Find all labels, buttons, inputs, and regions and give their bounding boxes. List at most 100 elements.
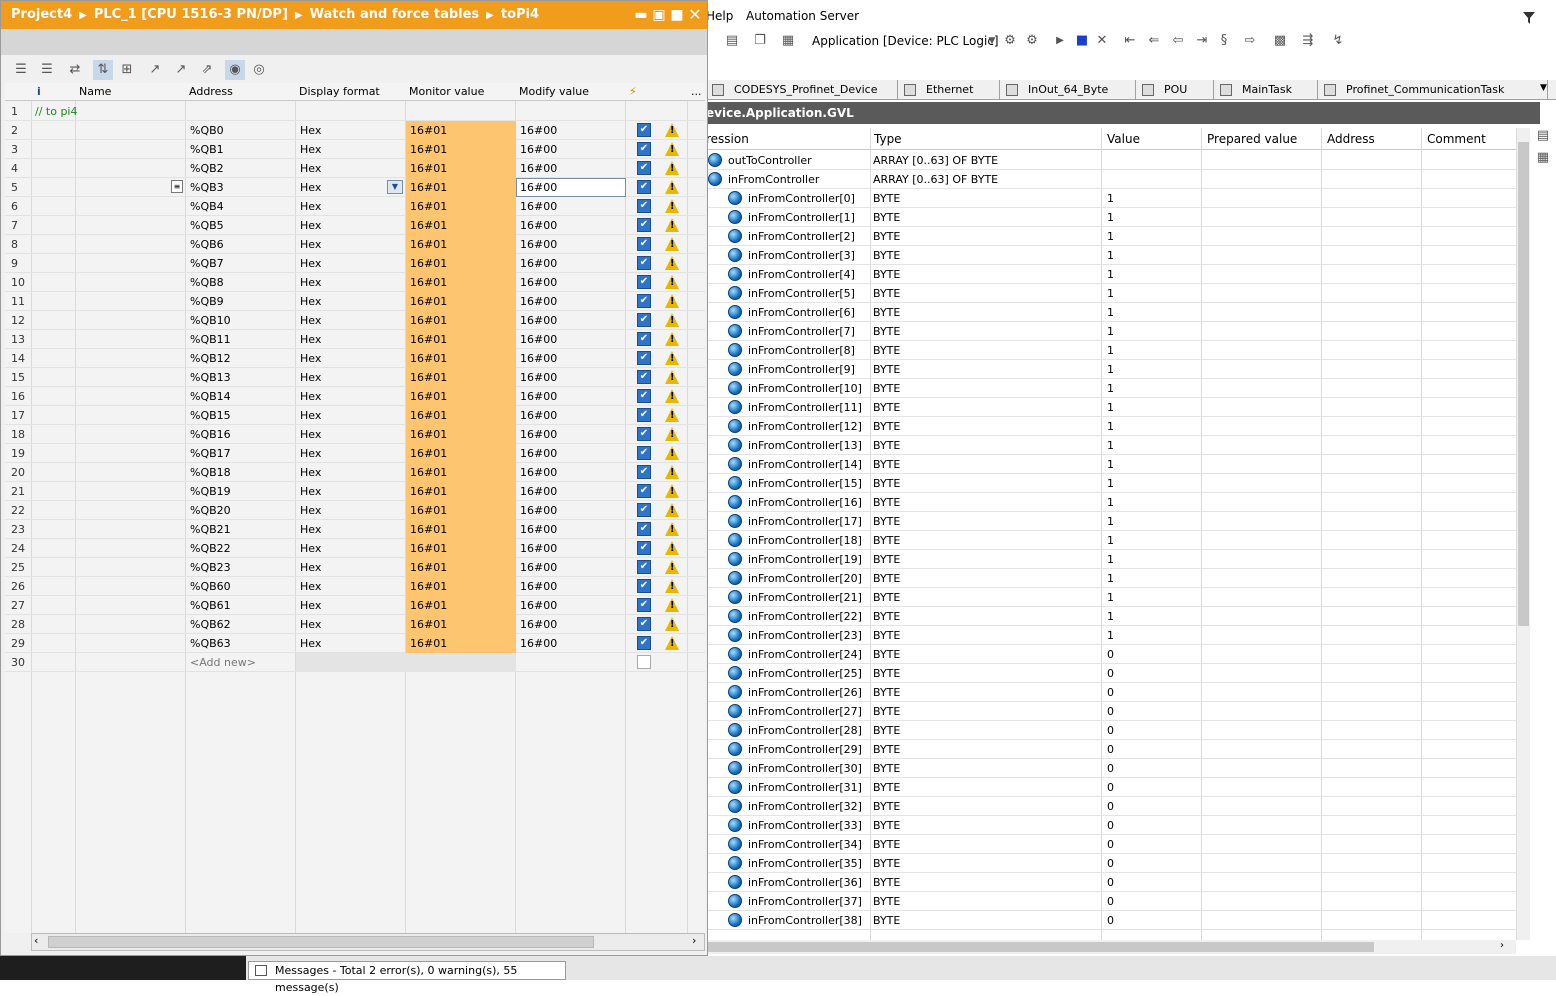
address-cell[interactable]: %QB8: [190, 276, 224, 289]
display-format-cell[interactable]: Hex: [300, 428, 321, 441]
gvl-row[interactable]: inFromController[13] BYTE 1: [706, 436, 1516, 455]
variable-value[interactable]: 0: [1107, 667, 1114, 680]
variable-value[interactable]: 0: [1107, 838, 1114, 851]
col-type[interactable]: Type: [874, 132, 902, 146]
toolbox-icon[interactable]: ▦: [1535, 150, 1551, 166]
display-format-cell[interactable]: Hex: [300, 447, 321, 460]
display-format-cell[interactable]: Hex: [300, 124, 321, 137]
modify-checkbox[interactable]: ✔: [637, 446, 651, 460]
variable-value[interactable]: 1: [1107, 591, 1114, 604]
col-monitor-value[interactable]: Monitor value: [409, 85, 484, 98]
table-row[interactable]: 2 %QB0 Hex 16#01 16#00 ✔!: [5, 121, 705, 140]
modify-checkbox[interactable]: ✔: [637, 256, 651, 270]
modify-value-cell[interactable]: 16#00: [520, 352, 557, 365]
display-format-cell[interactable]: Hex: [300, 200, 321, 213]
modify-checkbox[interactable]: ✔: [637, 199, 651, 213]
modify-value-cell[interactable]: 16#00: [520, 637, 557, 650]
modify-checkbox[interactable]: ✔: [637, 313, 651, 327]
modify-checkbox[interactable]: ✔: [637, 598, 651, 612]
step-over-icon[interactable]: ⇤: [1122, 33, 1138, 49]
display-format-cell[interactable]: Hex: [300, 637, 321, 650]
step-return-icon[interactable]: ⇥: [1194, 33, 1210, 49]
modify-value-cell[interactable]: 16#00: [520, 257, 557, 270]
gvl-row[interactable]: inFromController[35] BYTE 0: [706, 854, 1516, 873]
table-row[interactable]: 24 %QB22 Hex 16#01 16#00 ✔!: [5, 539, 705, 558]
modify-value-cell[interactable]: 16#00: [520, 428, 557, 441]
tab-pou[interactable]: POU: [1136, 80, 1214, 100]
modify-checkbox[interactable]: ✔: [637, 123, 651, 137]
modify-checkbox[interactable]: ✔: [637, 617, 651, 631]
gvl-row[interactable]: inFromController[2] BYTE 1: [706, 227, 1516, 246]
gvl-row[interactable]: inFromController[18] BYTE 1: [706, 531, 1516, 550]
table-row[interactable]: 13 %QB11 Hex 16#01 16#00 ✔!: [5, 330, 705, 349]
login-icon[interactable]: ⚙: [1002, 33, 1018, 49]
variable-value[interactable]: 1: [1107, 382, 1114, 395]
gvl-row[interactable]: inFromController[11] BYTE 1: [706, 398, 1516, 417]
variable-value[interactable]: 1: [1107, 306, 1114, 319]
modify-value-cell[interactable]: 16#00: [520, 143, 557, 156]
gvl-row[interactable]: inFromController[29] BYTE 0: [706, 740, 1516, 759]
gvl-row[interactable]: inFromController[17] BYTE 1: [706, 512, 1516, 531]
gvl-row[interactable]: inFromController[22] BYTE 1: [706, 607, 1516, 626]
variable-value[interactable]: 0: [1107, 686, 1114, 699]
modify-value-cell[interactable]: 16#00: [520, 371, 557, 384]
modify-checkbox[interactable]: ✔: [637, 237, 651, 251]
modify-trigger-icon[interactable]: ↗: [171, 60, 191, 80]
display-format-cell[interactable]: Hex: [300, 143, 321, 156]
variable-value[interactable]: 1: [1107, 401, 1114, 414]
gvl-row[interactable]: inFromController[4] BYTE 1: [706, 265, 1516, 284]
address-cell[interactable]: %QB15: [190, 409, 231, 422]
col-address[interactable]: Address: [1327, 132, 1375, 146]
variable-value[interactable]: 0: [1107, 895, 1114, 908]
modify-lightning-icon[interactable]: ⚡: [629, 85, 637, 98]
modify-checkbox[interactable]: ✔: [637, 294, 651, 308]
tab-ethernet[interactable]: Ethernet: [898, 80, 1000, 100]
modify-checkbox[interactable]: ✔: [637, 579, 651, 593]
modify-checkbox[interactable]: ✔: [637, 503, 651, 517]
gvl-row[interactable]: inFromController[38] BYTE 0: [706, 911, 1516, 930]
gvl-row[interactable]: inFromController ARRAY [0..63] OF BYTE: [706, 170, 1516, 189]
display-format-cell[interactable]: Hex: [300, 409, 321, 422]
breadcrumb-table[interactable]: toPi4: [501, 7, 539, 22]
gvl-row[interactable]: inFromController[27] BYTE 0: [706, 702, 1516, 721]
address-cell[interactable]: %QB0: [190, 124, 224, 137]
variable-value[interactable]: 0: [1107, 876, 1114, 889]
variable-value[interactable]: 0: [1107, 914, 1114, 927]
tab-maintask[interactable]: MainTask: [1214, 80, 1318, 100]
modify-checkbox[interactable]: ✔: [637, 636, 651, 650]
gvl-row[interactable]: inFromController[32] BYTE 0: [706, 797, 1516, 816]
add-new-placeholder[interactable]: <Add new>: [190, 656, 256, 669]
variable-value[interactable]: 1: [1107, 249, 1114, 262]
display-format-cell[interactable]: Hex: [300, 352, 321, 365]
modify-value-cell[interactable]: 16#00: [520, 580, 557, 593]
col-address[interactable]: Address: [189, 85, 233, 98]
modify-value-cell[interactable]: 16#00: [516, 178, 626, 197]
horizontal-scroll-thumb[interactable]: [48, 936, 594, 948]
display-format-cell[interactable]: Hex: [300, 466, 321, 479]
table-row[interactable]: 29 %QB63 Hex 16#01 16#00 ✔!: [5, 634, 705, 653]
modify-checkbox[interactable]: ✔: [637, 484, 651, 498]
address-cell[interactable]: %QB21: [190, 523, 231, 536]
display-format-cell[interactable]: Hex: [300, 257, 321, 270]
scroll-right-icon[interactable]: ›: [692, 934, 696, 947]
display-format-cell[interactable]: Hex: [300, 485, 321, 498]
display-format-cell[interactable]: Hex: [300, 371, 321, 384]
modify-now-icon[interactable]: ⇄: [65, 60, 85, 80]
gvl-row[interactable]: outToController ARRAY [0..63] OF BYTE: [706, 151, 1516, 170]
variable-value[interactable]: 1: [1107, 287, 1114, 300]
gvl-row[interactable]: inFromController[37] BYTE 0: [706, 892, 1516, 911]
variable-value[interactable]: 0: [1107, 762, 1114, 775]
variable-value[interactable]: 0: [1107, 800, 1114, 813]
table-row[interactable]: 14 %QB12 Hex 16#01 16#00 ✔!: [5, 349, 705, 368]
add-row-icon[interactable]: ☰: [37, 60, 57, 80]
variable-value[interactable]: 0: [1107, 648, 1114, 661]
address-cell[interactable]: %QB60: [190, 580, 231, 593]
vertical-scroll-thumb[interactable]: [1518, 142, 1529, 626]
gvl-row[interactable]: inFromController[20] BYTE 1: [706, 569, 1516, 588]
display-format-cell[interactable]: Hex: [300, 523, 321, 536]
tab-codesys-profinet-device[interactable]: CODESYS_Profinet_Device: [706, 80, 898, 100]
gvl-row[interactable]: inFromController[21] BYTE 1: [706, 588, 1516, 607]
modify-value-cell[interactable]: 16#00: [520, 409, 557, 422]
display-format-cell[interactable]: Hex: [300, 542, 321, 555]
properties-icon[interactable]: ▤: [1535, 128, 1551, 144]
